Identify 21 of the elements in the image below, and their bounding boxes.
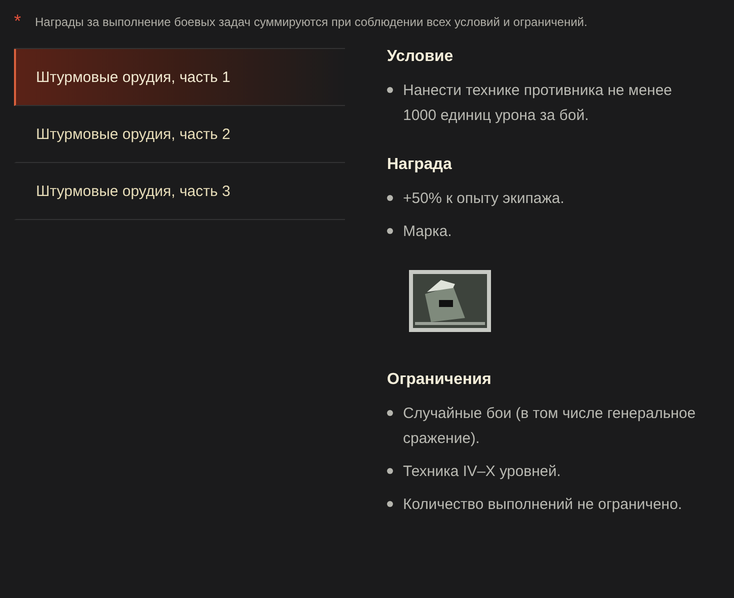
bullet-icon (387, 87, 393, 93)
bullet-icon (387, 410, 393, 416)
section-heading: Награда (387, 156, 453, 174)
mission-tab[interactable]: Штурмовые орудия, часть 3 (14, 163, 345, 220)
list-item-text: Случайные бои (в том числе генеральное сражение). (403, 404, 697, 449)
section-heading: Условие (387, 48, 454, 66)
bullet-icon (387, 501, 393, 507)
section-heading: Ограничения (387, 371, 492, 389)
mission-tab[interactable]: Штурмовые орудия, часть 1 (14, 49, 345, 106)
bullet-icon (387, 228, 393, 234)
note-text: Награды за выполнение боевых задач суммируются при соблюдении всех условий и ограничений. (35, 14, 588, 30)
bullet-icon (387, 195, 393, 201)
list-item-text: Нанести технике противника не менее 1000 единиц урона за бой. (403, 81, 674, 126)
mission-tab[interactable]: Штурмовые орудия, часть 2 (14, 106, 345, 163)
stamp-icon (409, 270, 491, 332)
list-item-text: Марка. (403, 222, 452, 242)
list-item-text: Количество выполнений не ограничено. (403, 495, 682, 515)
list-item-text: +50% к опыту экипажа. (403, 189, 564, 209)
asterisk: * (14, 12, 22, 30)
bullet-icon (387, 468, 393, 474)
list-item-text: Техника IV–X уровней. (403, 462, 561, 482)
